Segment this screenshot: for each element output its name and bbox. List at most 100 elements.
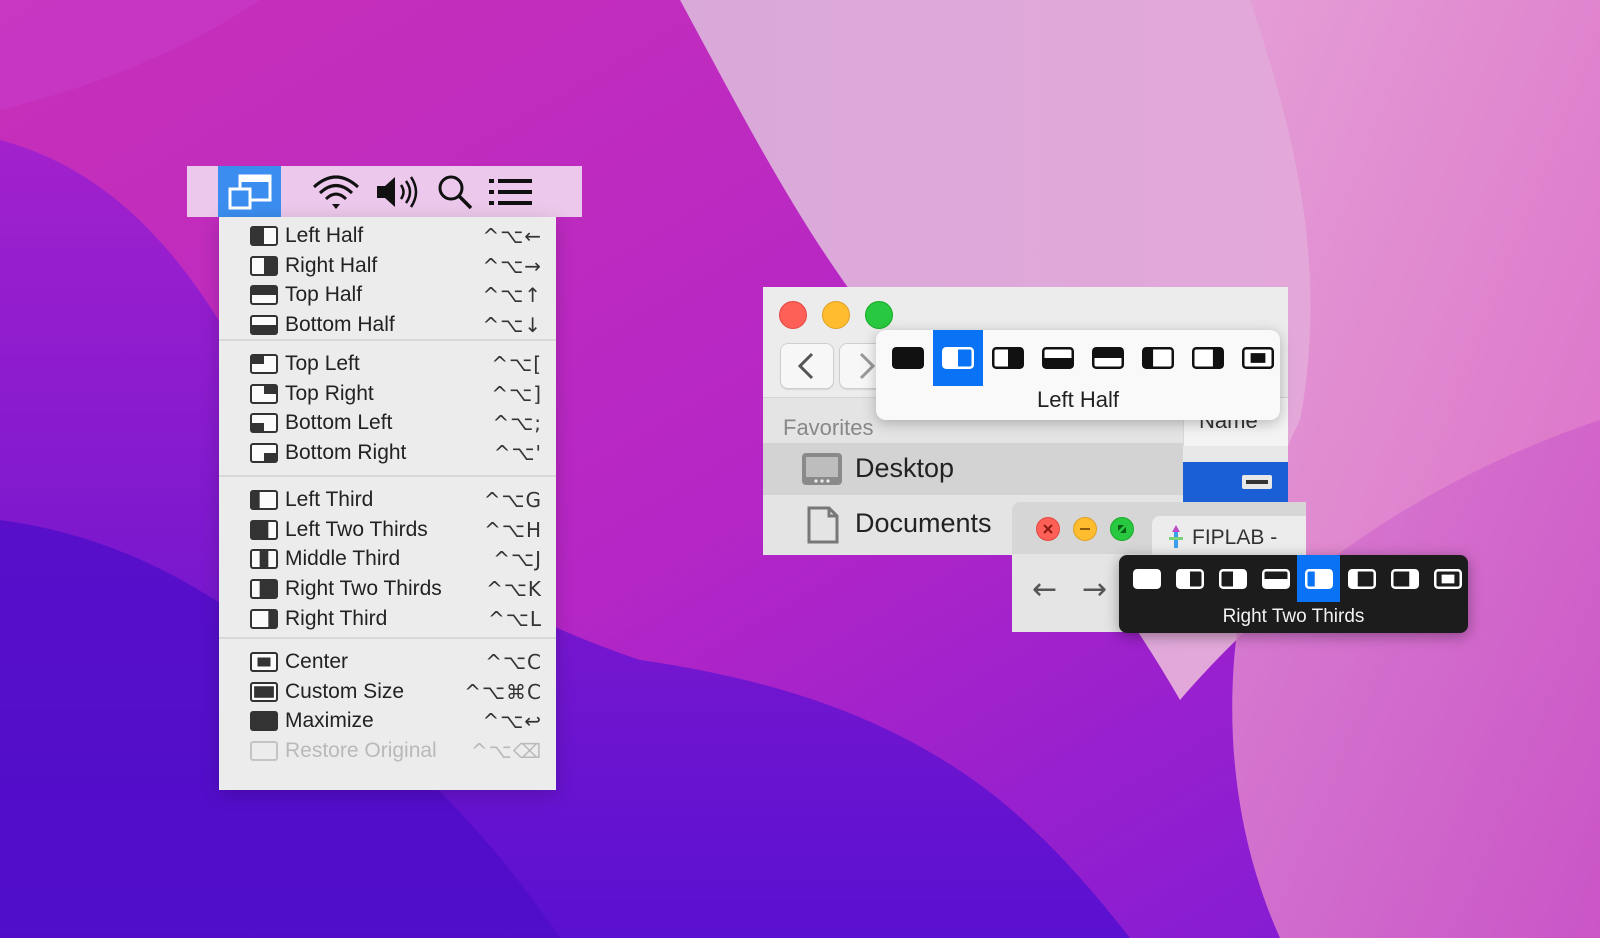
layout-option-maximize[interactable] xyxy=(1125,555,1168,602)
right-two-thirds-icon xyxy=(1304,568,1333,589)
menu-item-shortcut: ^⌥K xyxy=(486,577,542,602)
desktop-icon xyxy=(802,453,842,485)
back-button[interactable] xyxy=(780,343,834,389)
menu-separator xyxy=(219,339,556,341)
menu-item-shortcut: ^⌥↑ xyxy=(482,283,542,308)
menu-item-right-two-thirds[interactable]: Right Two Thirds ^⌥K xyxy=(219,574,556,604)
spotlight-menu-extra[interactable] xyxy=(433,166,477,217)
back-arrow-icon[interactable]: ← xyxy=(1032,572,1057,607)
right-half-icon xyxy=(250,255,278,276)
layout-option-left-third[interactable] xyxy=(1133,330,1183,386)
menu-item-left-two-thirds[interactable]: Left Two Thirds ^⌥H xyxy=(219,515,556,545)
layout-option-right-third[interactable] xyxy=(1383,555,1426,602)
custom-size-icon xyxy=(250,681,278,702)
menu-item-label: Right Half xyxy=(285,253,378,277)
browser-tab[interactable]: FIPLAB - xyxy=(1152,516,1306,556)
menu-item-bottom-left[interactable]: Bottom Left ^⌥; xyxy=(219,408,556,438)
layout-option-center[interactable] xyxy=(1426,555,1469,602)
browser-tab-strip: FIPLAB - xyxy=(1012,502,1306,556)
window-layout-menu-extra[interactable] xyxy=(218,166,281,217)
file-row-selected[interactable] xyxy=(1183,462,1288,502)
right-half-icon xyxy=(1218,568,1247,589)
maximize-icon xyxy=(1132,568,1161,589)
menu-separator xyxy=(219,637,556,639)
left-third-icon xyxy=(1347,568,1376,589)
menu-item-label: Bottom Half xyxy=(285,313,395,337)
menu-group: Top Left ^⌥[Top Right ^⌥] Bottom Left ^⌥; Bot… xyxy=(219,343,556,476)
layout-option-left-half[interactable] xyxy=(1168,555,1211,602)
right-third-icon xyxy=(250,608,278,629)
control-center-menu-extra[interactable] xyxy=(485,166,537,217)
menu-item-top-right[interactable]: Top Right ^⌥] xyxy=(219,379,556,409)
menu-item-right-third[interactable]: Right Third ^⌥L xyxy=(219,604,556,634)
menu-item-maximize[interactable]: Maximize ^⌥↩ xyxy=(219,706,556,736)
menu-item-shortcut: ^⌥H xyxy=(484,517,542,542)
close-button[interactable] xyxy=(1036,517,1060,541)
menu-item-label: Left Half xyxy=(285,224,364,247)
menu-item-shortcut: ^⌥; xyxy=(492,411,542,436)
zoom-icon xyxy=(1118,525,1126,533)
wifi-menu-extra[interactable] xyxy=(307,166,365,217)
sidebar-item-desktop[interactable]: Desktop xyxy=(763,443,1183,495)
site-favicon-icon xyxy=(1169,525,1183,548)
menu-item-left-third[interactable]: Left Third ^⌥G xyxy=(219,485,556,515)
layout-option-top-half[interactable] xyxy=(1083,330,1133,386)
right-third-icon xyxy=(1390,568,1419,589)
menu-item-bottom-right[interactable]: Bottom Right ^⌥' xyxy=(219,438,556,468)
layout-option-left-third[interactable] xyxy=(1340,555,1383,602)
top-right-icon xyxy=(250,383,278,404)
menu-item-top-left[interactable]: Top Left ^⌥[ xyxy=(219,349,556,379)
menu-item-shortcut: ^⌥] xyxy=(491,381,542,406)
layout-option-bottom-half[interactable] xyxy=(1254,555,1297,602)
bottom-half-icon xyxy=(250,315,278,336)
right-third-icon xyxy=(1192,347,1224,369)
maximize-icon xyxy=(892,347,924,369)
menu-item-label: Right Third xyxy=(285,606,388,630)
search-icon xyxy=(438,175,473,209)
menu-item-label: Middle Third xyxy=(285,547,401,571)
layout-option-bottom-half[interactable] xyxy=(1033,330,1083,386)
menu-item-shortcut: ^⌥C xyxy=(485,650,542,674)
list-icon xyxy=(489,178,532,205)
left-half-icon xyxy=(1175,568,1204,589)
center-icon xyxy=(1433,568,1462,589)
menu-item-middle-third[interactable]: Middle Third ^⌥J xyxy=(219,544,556,574)
layout-option-right-half[interactable] xyxy=(1211,555,1254,602)
menu-item-label: Restore Original xyxy=(285,739,437,763)
minimize-button[interactable] xyxy=(822,301,850,329)
layout-option-left-half[interactable] xyxy=(933,330,983,386)
menu-item-label: Right Two Thirds xyxy=(285,577,442,601)
menu-item-left-half[interactable]: Left Half ^⌥← xyxy=(219,221,556,251)
zoom-button[interactable] xyxy=(1110,517,1134,541)
layout-option-maximize[interactable] xyxy=(883,330,933,386)
menu-item-shortcut: ^⌥↩ xyxy=(482,709,542,734)
menu-item-label: Custom Size xyxy=(285,679,405,703)
layout-option-right-half[interactable] xyxy=(983,330,1033,386)
layout-picker-popup-light: Left Half xyxy=(876,330,1280,420)
menu-item-label: Maximize xyxy=(285,709,374,733)
menu-separator xyxy=(219,475,556,477)
right-two-thirds-icon xyxy=(250,579,278,600)
menu-item-custom-size[interactable]: Custom Size ^⌥⌘C xyxy=(219,677,556,707)
layout-option-right-third[interactable] xyxy=(1183,330,1233,386)
browser-tab-title: FIPLAB - xyxy=(1192,526,1278,549)
left-half-icon xyxy=(250,226,278,246)
left-third-icon xyxy=(250,490,278,510)
layout-option-right-two-thirds[interactable] xyxy=(1297,555,1340,602)
menu-item-bottom-half[interactable]: Bottom Half ^⌥↓ xyxy=(219,310,556,340)
forward-arrow-icon[interactable]: → xyxy=(1082,572,1107,607)
sidebar-item-label: Desktop xyxy=(855,453,955,483)
minimize-button[interactable] xyxy=(1073,517,1097,541)
menu-item-shortcut: ^⌥↓ xyxy=(482,313,542,338)
layout-option-center[interactable] xyxy=(1233,330,1283,386)
menu-item-center[interactable]: Center ^⌥C xyxy=(219,647,556,677)
volume-menu-extra[interactable] xyxy=(372,166,422,217)
close-button[interactable] xyxy=(779,301,807,329)
layout-picker-caption: Right Two Thirds xyxy=(1222,606,1365,627)
menu-item-shortcut: ^⌥G xyxy=(483,488,542,512)
left-half-icon xyxy=(942,347,974,369)
top-half-icon xyxy=(1092,347,1124,369)
menu-item-right-half[interactable]: Right Half ^⌥→ xyxy=(219,251,556,281)
zoom-button[interactable] xyxy=(865,301,893,329)
menu-item-top-half[interactable]: Top Half ^⌥↑ xyxy=(219,280,556,310)
